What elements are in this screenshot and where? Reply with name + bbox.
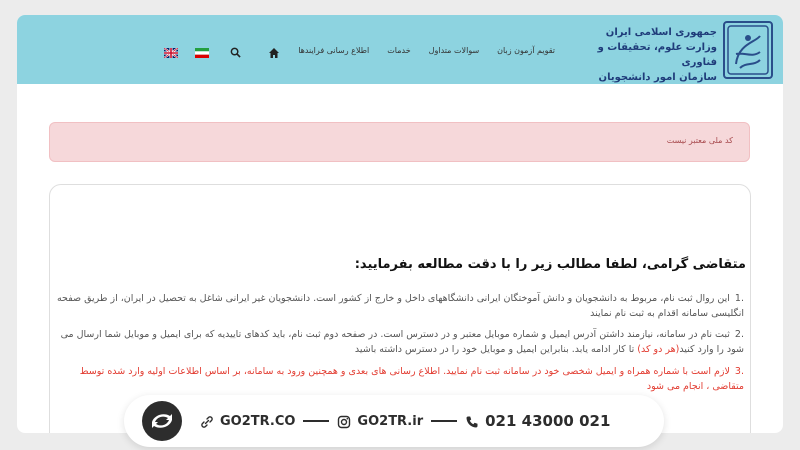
item-text-continued: تا کار ادامه یابد. بنابراین ایمیل و موبا… bbox=[354, 344, 638, 355]
instagram-icon bbox=[337, 414, 351, 429]
phone-contact[interactable]: 021 43000 021 bbox=[465, 412, 610, 430]
separator bbox=[303, 420, 330, 422]
search-icon[interactable] bbox=[230, 43, 241, 62]
alert-message: کد ملی معتبر نیست bbox=[666, 136, 733, 145]
nav-services[interactable]: خدمات bbox=[387, 46, 410, 55]
main-menu: اطلاع رسانی فرایندها خدمات سوالات متداول… bbox=[244, 41, 555, 59]
browser-page: جمهوری اسلامی ایران وزارت علوم، تحقیقات … bbox=[17, 15, 783, 433]
item-number: .1 bbox=[734, 293, 744, 304]
org-line-2: وزارت علوم، تحقیقات و فناوری bbox=[597, 42, 717, 68]
item-text: این روال ثبت نام، مربوط به دانشجویان و د… bbox=[56, 293, 744, 319]
nav-faq[interactable]: سوالات متداول bbox=[429, 46, 480, 55]
instagram-text: GO2TR.ir bbox=[357, 413, 424, 429]
website-contact[interactable]: GO2TR.CO bbox=[200, 414, 295, 429]
item-number: .2 bbox=[734, 329, 744, 340]
org-name: جمهوری اسلامی ایران وزارت علوم، تحقیقات … bbox=[587, 25, 717, 85]
item-highlight: (هر دو کد) bbox=[637, 344, 680, 355]
contact-banner: GO2TR.CO GO2TR.ir 021 43000 021 bbox=[124, 395, 664, 447]
uk-flag-icon[interactable] bbox=[163, 43, 179, 59]
org-line-1: جمهوری اسلامی ایران bbox=[605, 27, 717, 38]
org-logo[interactable]: جمهوری اسلامی ایران وزارت علوم، تحقیقات … bbox=[595, 21, 773, 83]
item-text: لازم است با شماره همراه و ایمیل شخصی خود… bbox=[79, 366, 744, 392]
item-number: .3 bbox=[734, 366, 744, 377]
home-icon[interactable] bbox=[268, 44, 280, 58]
instagram-contact[interactable]: GO2TR.ir bbox=[337, 414, 423, 429]
instruction-item-2: .2 ثبت نام در سامانه، نیازمند داشتن آدرس… bbox=[56, 327, 744, 357]
website-text: GO2TR.CO bbox=[220, 413, 296, 429]
separator bbox=[431, 420, 458, 422]
link-icon bbox=[200, 414, 214, 428]
org-line-3: سازمان امور دانشجویان bbox=[598, 72, 717, 83]
nav-process-info[interactable]: اطلاع رسانی فرایندها bbox=[298, 46, 369, 55]
phone-text: 021 43000 021 bbox=[485, 412, 611, 430]
phone-icon bbox=[465, 414, 479, 428]
instructions-title: متقاضی گرامی، لطفا مطالب زیر را با دقت م… bbox=[354, 257, 746, 272]
error-alert: کد ملی معتبر نیست bbox=[49, 122, 750, 162]
iran-flag-icon[interactable] bbox=[195, 43, 209, 58]
top-navbar: جمهوری اسلامی ایران وزارت علوم، تحقیقات … bbox=[17, 15, 783, 84]
instruction-item-1: .1 این روال ثبت نام، مربوط به دانشجویان … bbox=[56, 291, 744, 321]
nav-language-exam-calendar[interactable]: تقویم آزمون زبان bbox=[497, 46, 555, 55]
brand-logo-icon bbox=[142, 401, 182, 441]
org-seal-icon bbox=[723, 21, 773, 79]
instruction-item-3: .3 لازم است با شماره همراه و ایمیل شخصی … bbox=[56, 364, 744, 394]
